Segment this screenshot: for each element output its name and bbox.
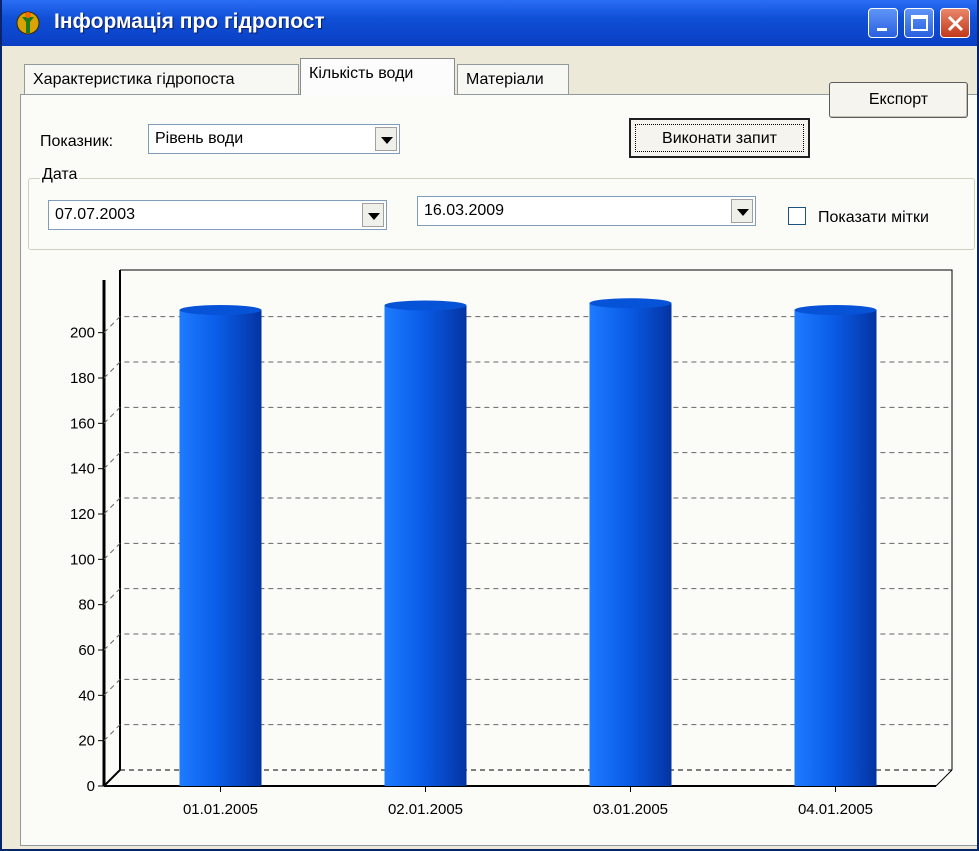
y-tick-label: 180 [70, 370, 95, 387]
y-tick-label: 160 [70, 415, 95, 432]
bar [179, 305, 262, 786]
y-tick-label: 200 [70, 325, 95, 342]
show-labels-checkbox[interactable] [788, 207, 806, 225]
date-from-select[interactable]: 07.07.2003 [48, 200, 387, 230]
bar-top [794, 305, 877, 315]
tab-label: Матеріали [466, 71, 544, 88]
y-tick-label: 0 [87, 778, 95, 795]
y-tick-label: 120 [70, 506, 95, 523]
chevron-down-icon[interactable] [731, 199, 753, 223]
maximize-button[interactable] [904, 8, 934, 38]
run-query-button[interactable]: Виконати запит [629, 118, 810, 158]
title-bar[interactable]: Інформація про гідропост [2, 0, 977, 46]
y-tick-label: 100 [70, 551, 95, 568]
bar-body [384, 305, 467, 786]
y-tick-label: 80 [78, 597, 95, 614]
minimize-icon [877, 28, 887, 31]
chevron-down-icon[interactable] [362, 203, 384, 227]
tab-label: Кількість води [309, 65, 414, 82]
close-icon [947, 15, 964, 32]
indicator-label: Показник: [40, 133, 114, 150]
run-query-label: Виконати запит [635, 124, 804, 152]
minimize-button[interactable] [868, 8, 898, 38]
date-to-value: 16.03.2009 [424, 202, 505, 219]
tab-label: Характеристика гідропоста [33, 71, 235, 88]
window-title: Інформація про гідропост [54, 10, 325, 33]
chart-back-axis [103, 270, 121, 787]
bar [794, 305, 877, 786]
maximize-icon [911, 15, 928, 31]
chevron-down-icon[interactable] [375, 127, 397, 151]
bar-top [179, 305, 262, 315]
x-tick-label: 03.01.2005 [593, 801, 668, 818]
y-tick-label: 20 [78, 733, 95, 750]
bar-top [384, 300, 467, 311]
bar-body [589, 303, 672, 786]
date-group-legend: Дата [40, 166, 80, 184]
bar-chart: 0 20 40 60 80 100 120 140 160 180 200 01.01.2005 02… [70, 269, 953, 818]
y-tick-label: 40 [78, 687, 95, 704]
chart-floor-edge [935, 769, 953, 787]
indicator-select[interactable]: Рівень води [148, 124, 400, 154]
chart-area: 0 20 40 60 80 100 120 140 160 180 200 01.01.2005 02… [24, 250, 974, 844]
x-tick-label: 02.01.2005 [388, 801, 463, 818]
tab-characteristics[interactable]: Характеристика гідропоста [24, 64, 299, 94]
x-tick-label: 01.01.2005 [183, 801, 258, 818]
tab-water-quantity[interactable]: Кількість води [300, 58, 455, 95]
export-button[interactable]: Експорт [829, 82, 968, 118]
y-tick-label: 140 [70, 461, 95, 478]
app-icon [16, 11, 40, 35]
bar-body [179, 310, 262, 786]
x-tick-label: 04.01.2005 [798, 801, 873, 818]
date-from-value: 07.07.2003 [55, 206, 136, 223]
bar-body [794, 310, 877, 786]
tab-materials[interactable]: Матеріали [457, 64, 569, 94]
main-window: Інформація про гідропост Характеристика … [0, 0, 979, 851]
y-tick-label: 60 [78, 642, 95, 659]
show-labels-label: Показати мітки [818, 209, 929, 226]
indicator-value: Рівень води [155, 130, 244, 147]
date-to-select[interactable]: 16.03.2009 [417, 196, 756, 226]
bar [589, 298, 672, 786]
bar [384, 300, 467, 786]
bar-top [589, 298, 672, 309]
close-button[interactable] [940, 8, 970, 38]
